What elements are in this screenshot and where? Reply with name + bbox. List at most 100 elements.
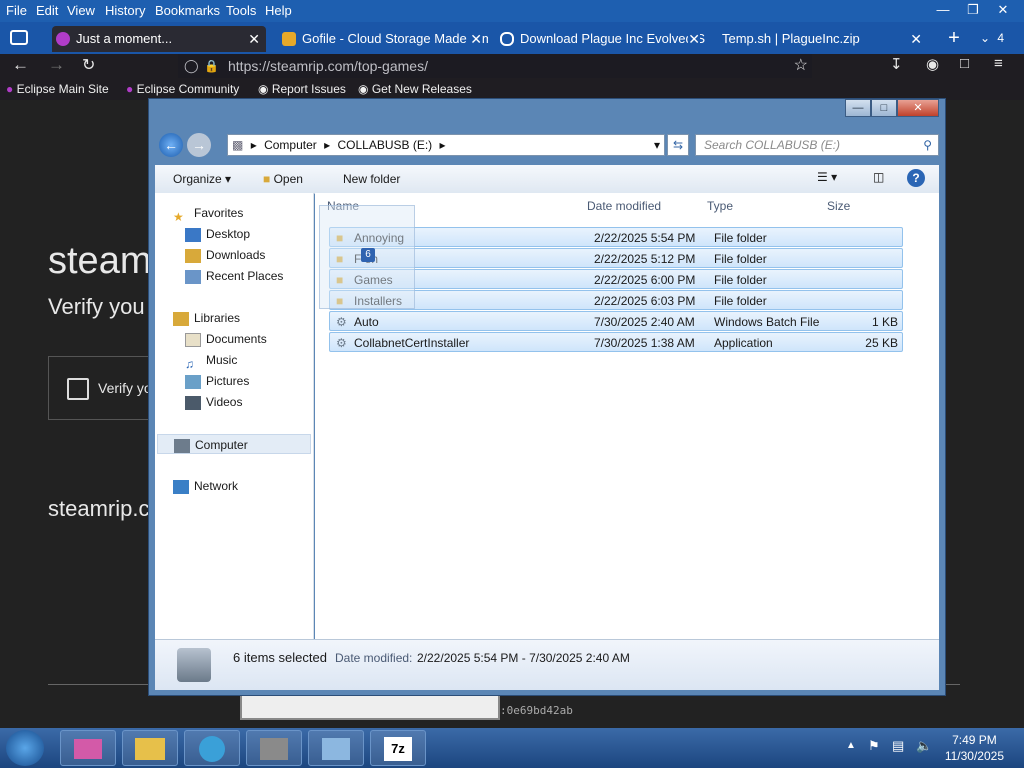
explorer-taskbar-icon[interactable] (122, 730, 178, 766)
explorer-minimize-button[interactable]: — (845, 99, 871, 117)
file-row-collabnet[interactable]: ⚙ CollabnetCertInstaller 7/30/2025 1:38 … (329, 332, 903, 352)
back-button[interactable]: ← (159, 133, 183, 157)
nav-documents[interactable]: Documents (185, 329, 267, 349)
clock-time: 7:49 PM (952, 733, 997, 747)
nav-desktop[interactable]: Desktop (185, 224, 250, 244)
new-folder-button[interactable]: New folder (343, 172, 400, 186)
open-button[interactable]: ■ Open (263, 172, 303, 186)
tray-expand-icon[interactable]: ▲ (846, 740, 856, 751)
column-size[interactable]: Size (827, 199, 850, 213)
address-bar[interactable]: ▩ ▸ Computer ▸ COLLABUSB (E:) ▸ ▾ (227, 134, 665, 156)
menu-view[interactable]: View (67, 3, 95, 18)
preview-pane-icon[interactable]: ◫ (873, 170, 884, 184)
breadcrumb-drive[interactable]: COLLABUSB (E:) (337, 138, 432, 152)
close-icon[interactable]: ✕ (688, 26, 700, 52)
column-date-modified[interactable]: Date modified (587, 199, 661, 213)
start-button[interactable] (6, 730, 44, 766)
search-input[interactable]: Search COLLABUSB (E:) ⚲ (695, 134, 939, 156)
captcha-checkbox[interactable] (67, 378, 89, 400)
downloads-folder-icon (185, 248, 201, 263)
menu-history[interactable]: History (105, 3, 145, 18)
bookmark-report-issues[interactable]: ◉ Report Issues (258, 82, 346, 96)
eclipse-browser-taskbar-icon[interactable] (60, 730, 116, 766)
bookmark-get-new-releases[interactable]: ◉ Get New Releases (358, 82, 472, 96)
explorer-close-button[interactable]: ✕ (897, 99, 939, 117)
close-button[interactable]: ✕ (988, 0, 1018, 20)
action-center-icon[interactable]: ⚑ (868, 738, 880, 754)
network-tray-icon[interactable]: ▤ (892, 738, 904, 754)
breadcrumb-computer[interactable]: Computer (264, 138, 317, 152)
new-tab-button[interactable]: + (942, 26, 966, 50)
7zip-taskbar-icon[interactable]: 7z (370, 730, 426, 766)
nav-computer[interactable]: Computer (157, 434, 311, 454)
help-icon[interactable]: ? (907, 169, 925, 187)
explorer-maximize-button[interactable]: □ (871, 99, 897, 117)
close-icon[interactable]: ✕ (910, 26, 922, 52)
volume-muted-icon[interactable]: 🔈 (916, 738, 932, 754)
maximize-button[interactable]: ❐ (958, 0, 988, 20)
forward-arrow-icon[interactable]: → (48, 55, 65, 75)
organize-button[interactable]: Organize ▾ (173, 172, 231, 186)
network-icon (173, 479, 189, 494)
minimize-button[interactable]: — (928, 0, 958, 20)
menu-help[interactable]: Help (265, 3, 292, 18)
menu-bookmarks[interactable]: Bookmarks (155, 3, 220, 18)
hamburger-menu-icon[interactable]: ≡ (994, 55, 1003, 72)
forward-button[interactable]: → (187, 133, 211, 157)
account-icon[interactable]: ◉ (926, 55, 939, 73)
file-row-auto[interactable]: ⚙ Auto 7/30/2025 2:40 AM Windows Batch F… (329, 311, 903, 331)
refresh-button[interactable]: ⇆ (667, 134, 689, 156)
ie-taskbar-icon[interactable] (184, 730, 240, 766)
file-row-installers[interactable]: ■ Installers 2/22/2025 6:03 PM File fold… (329, 290, 903, 310)
search-placeholder: Search COLLABUSB (E:) (704, 138, 841, 152)
control-panel-taskbar-icon[interactable] (308, 730, 364, 766)
tab-just-a-moment[interactable]: Just a moment... ✕ (52, 26, 266, 52)
breadcrumb-separator: ▸ (324, 138, 331, 152)
url-bar[interactable]: ◯ 🔒 https://steamrip.com/top-games/ ☆ (178, 54, 812, 78)
page-footer-text: steamrip.c (48, 496, 150, 521)
tab-list-button[interactable]: ⌄ 4 (980, 28, 1016, 48)
tab-bar: Just a moment... ✕ Gofile - Cloud Storag… (0, 22, 1024, 54)
chevron-down-icon[interactable]: ▾ (654, 135, 660, 155)
tab-label: Just a moment... (76, 31, 173, 46)
system-clock[interactable]: 7:49 PM 11/30/2025 (945, 732, 1004, 764)
lock-icon[interactable]: 🔒 (204, 54, 219, 78)
view-options-icon[interactable]: ☰ ▾ (817, 170, 837, 184)
nav-videos[interactable]: Videos (185, 392, 242, 412)
close-icon[interactable]: ✕ (248, 26, 260, 52)
menu-edit[interactable]: Edit (36, 3, 58, 18)
nav-recent-places[interactable]: Recent Places (185, 266, 283, 286)
firewall-taskbar-icon[interactable] (246, 730, 302, 766)
tab-gofile[interactable]: Gofile - Cloud Storage Made Sim ✕ (278, 26, 488, 52)
close-icon[interactable]: ✕ (470, 26, 482, 52)
tab-temp-sh[interactable]: Temp.sh | PlagueInc.zip ✕ (700, 26, 928, 52)
download-icon[interactable]: ↧ (890, 55, 903, 73)
tab-plague-inc[interactable]: Download Plague Inc Evolved S ✕ (496, 26, 706, 52)
file-size: 25 KB (865, 336, 898, 350)
column-type[interactable]: Type (707, 199, 733, 213)
file-row-annoying[interactable]: ■ Annoying 2/22/2025 5:54 PM File folder (329, 227, 903, 247)
ray-id: :0e69bd42ab (500, 704, 573, 717)
shield-icon[interactable]: ◯ (184, 54, 199, 78)
reload-icon[interactable]: ↻ (82, 55, 95, 75)
bookmark-eclipse-main[interactable]: ● Eclipse Main Site (6, 82, 109, 96)
menu-tools[interactable]: Tools (226, 3, 256, 18)
tab-overview-icon[interactable] (10, 30, 28, 45)
taskbar: 7z ▲ ⚑ ▤ 🔈 7:49 PM 11/30/2025 (0, 728, 1024, 768)
nav-downloads[interactable]: Downloads (185, 245, 265, 265)
bookmark-star-icon[interactable]: ☆ (794, 54, 808, 78)
menu-file[interactable]: File (6, 3, 27, 18)
eclipse-icon (56, 32, 70, 46)
file-row-folder-2[interactable]: ■ F eh 2/22/2025 5:12 PM File folder (329, 248, 903, 268)
nav-network[interactable]: Network (173, 476, 238, 496)
file-date: 7/30/2025 2:40 AM (594, 315, 695, 329)
file-type: File folder (714, 231, 767, 245)
nav-favorites[interactable]: ★ Favorites (173, 203, 243, 224)
nav-music[interactable]: ♫ Music (185, 350, 237, 371)
bookmark-eclipse-community[interactable]: ● Eclipse Community (126, 82, 239, 96)
back-arrow-icon[interactable]: ← (12, 55, 29, 75)
extensions-icon[interactable]: □ (960, 55, 969, 72)
file-row-games[interactable]: ■ Games 2/22/2025 6:00 PM File folder (329, 269, 903, 289)
nav-libraries[interactable]: Libraries (173, 308, 240, 328)
nav-pictures[interactable]: Pictures (185, 371, 249, 391)
